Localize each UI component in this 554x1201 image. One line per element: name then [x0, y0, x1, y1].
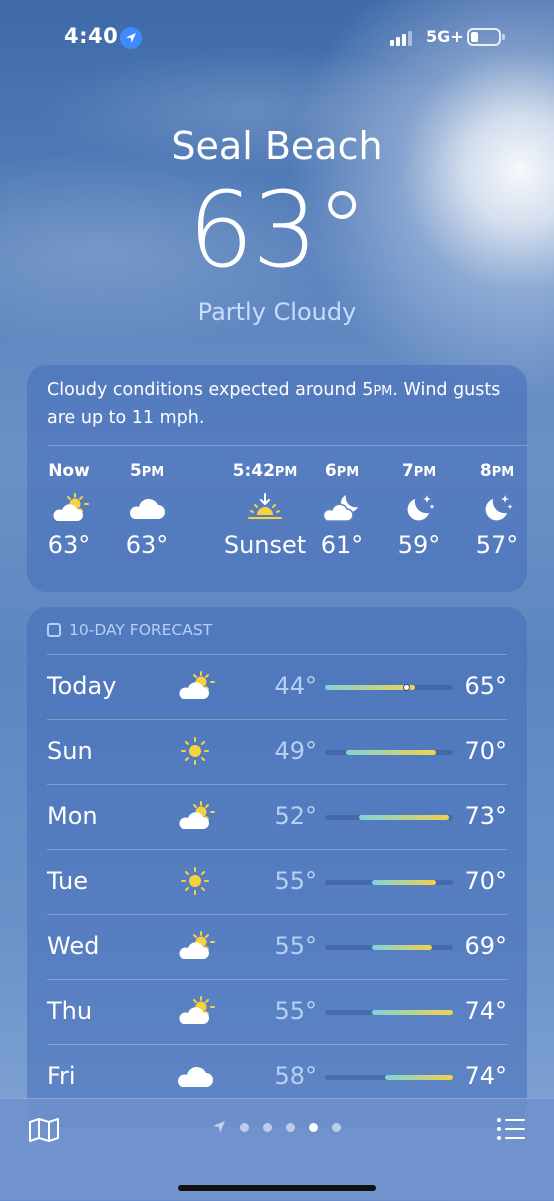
hourly-forecast-card[interactable]: Cloudy conditions expected around 5PM. W… [27, 365, 527, 592]
forecast-row[interactable]: Thu 55° 74° [27, 980, 527, 1044]
temp-range-fill [384, 1075, 453, 1080]
hour-item: 7PM 59° [379, 461, 459, 559]
temp-range-bar [325, 1075, 453, 1080]
hour-item: 5PM 63° [107, 461, 187, 559]
forecast-day: Today [47, 672, 117, 700]
cellular-signal-icon [390, 30, 416, 46]
hour-value: 63° [125, 531, 169, 559]
current-temperature: 63° [187, 169, 368, 291]
cloud-icon [178, 1066, 213, 1087]
hourly-strip[interactable]: Now 63° 5PM 63° 5:42PM Sunset 6PM 61° 7PM 59° 8PM 5… [27, 461, 527, 581]
page-dot[interactable] [286, 1122, 295, 1132]
temp-range-bar [325, 945, 453, 950]
sun-icon [181, 867, 209, 895]
moon-stars-icon [407, 495, 435, 521]
high-temp: 70° [464, 867, 507, 895]
bottom-toolbar [0, 1098, 554, 1201]
temp-range-fill [359, 815, 449, 820]
network-type: 5G+ [426, 27, 464, 46]
page-dot[interactable] [263, 1122, 272, 1132]
page-indicator[interactable] [212, 1120, 341, 1134]
temp-range-fill [371, 880, 436, 885]
low-temp: 55° [274, 867, 317, 895]
sunset-icon [248, 493, 282, 519]
partly-cloudy-day-icon [178, 801, 215, 830]
high-temp: 70° [464, 737, 507, 765]
forecast-day: Fri [47, 1062, 76, 1090]
hour-item: Now 63° [29, 461, 109, 559]
page-dot[interactable] [240, 1122, 249, 1132]
hour-item: 8PM 57° [457, 461, 537, 559]
forecast-row[interactable]: Wed 55° 69° [27, 915, 527, 979]
temp-range-bar [325, 880, 453, 885]
hour-label: Now [48, 461, 90, 481]
current-condition: Partly Cloudy [197, 298, 357, 326]
temp-range-fill [371, 1010, 453, 1015]
temp-range-fill [346, 750, 436, 755]
cloud-icon [130, 498, 165, 519]
high-temp: 69° [464, 932, 507, 960]
high-temp: 74° [464, 997, 507, 1025]
current-location-icon [213, 1121, 225, 1133]
high-temp: 73° [464, 802, 507, 830]
forecast-title: 10-DAY FORECAST [69, 621, 213, 639]
weather-summary: Cloudy conditions expected around 5PM. W… [47, 380, 501, 428]
hour-item: 6PM 61° [302, 461, 382, 559]
location-arrow-icon [120, 27, 142, 49]
map-icon[interactable] [28, 1117, 60, 1147]
low-temp: 55° [274, 932, 317, 960]
hour-value: 57° [475, 531, 519, 559]
page-dot[interactable] [309, 1122, 318, 1132]
temp-range-fill [371, 945, 432, 950]
status-bar: 4:40 5G+ [0, 22, 554, 56]
status-time: 4:40 [64, 24, 119, 48]
low-temp: 55° [274, 997, 317, 1025]
low-temp: 58° [274, 1062, 317, 1090]
forecast-day: Mon [47, 802, 98, 830]
temp-range-fill [325, 685, 415, 690]
partly-cloudy-night-icon [322, 494, 359, 522]
hour-value: 59° [397, 531, 441, 559]
forecast-row[interactable]: Tue 55° 70° [27, 850, 527, 914]
temp-range-bar [325, 815, 453, 820]
forecast-day: Sun [47, 737, 93, 765]
partly-cloudy-day-icon [178, 671, 215, 700]
high-temp: 65° [464, 672, 507, 700]
forecast-row[interactable]: Sun 49° 70° [27, 720, 527, 784]
list-icon[interactable] [496, 1117, 526, 1145]
low-temp: 49° [274, 737, 317, 765]
partly-cloudy-day-icon [178, 931, 215, 960]
home-indicator [178, 1185, 376, 1191]
forecast-day: Tue [47, 867, 88, 895]
low-temp: 52° [274, 802, 317, 830]
hour-value: 61° [320, 531, 364, 559]
low-temp: 44° [274, 672, 317, 700]
forecast-day: Wed [47, 932, 100, 960]
city-name: Seal Beach [171, 124, 383, 168]
temp-range-bar [325, 1010, 453, 1015]
high-temp: 74° [464, 1062, 507, 1090]
forecast-day: Thu [47, 997, 93, 1025]
hour-label: 7PM [401, 461, 437, 481]
partly-cloudy-day-icon [178, 996, 215, 1025]
forecast-row[interactable]: Today 44° 65° [27, 655, 527, 719]
ten-day-forecast-card[interactable]: 10-DAY FORECAST Today 44° 65° Sun 49° 70° Mon 5… [27, 607, 527, 1127]
temp-range-bar [325, 684, 453, 691]
calendar-icon [47, 623, 61, 637]
forecast-row[interactable]: Mon 52° 73° [27, 785, 527, 849]
hour-value: 63° [47, 531, 91, 559]
partly-cloudy-day-icon [52, 493, 89, 522]
forecast-header: 10-DAY FORECAST [47, 621, 212, 639]
sun-icon [181, 737, 209, 765]
current-temp-marker [403, 684, 411, 691]
hour-label: 5PM [129, 461, 165, 481]
moon-stars-icon [485, 495, 513, 521]
divider [47, 445, 527, 446]
battery-icon [467, 28, 505, 46]
temp-range-bar [325, 750, 453, 755]
page-dot[interactable] [332, 1122, 341, 1132]
hour-label: 8PM [479, 461, 515, 481]
hour-label: 6PM [324, 461, 360, 481]
